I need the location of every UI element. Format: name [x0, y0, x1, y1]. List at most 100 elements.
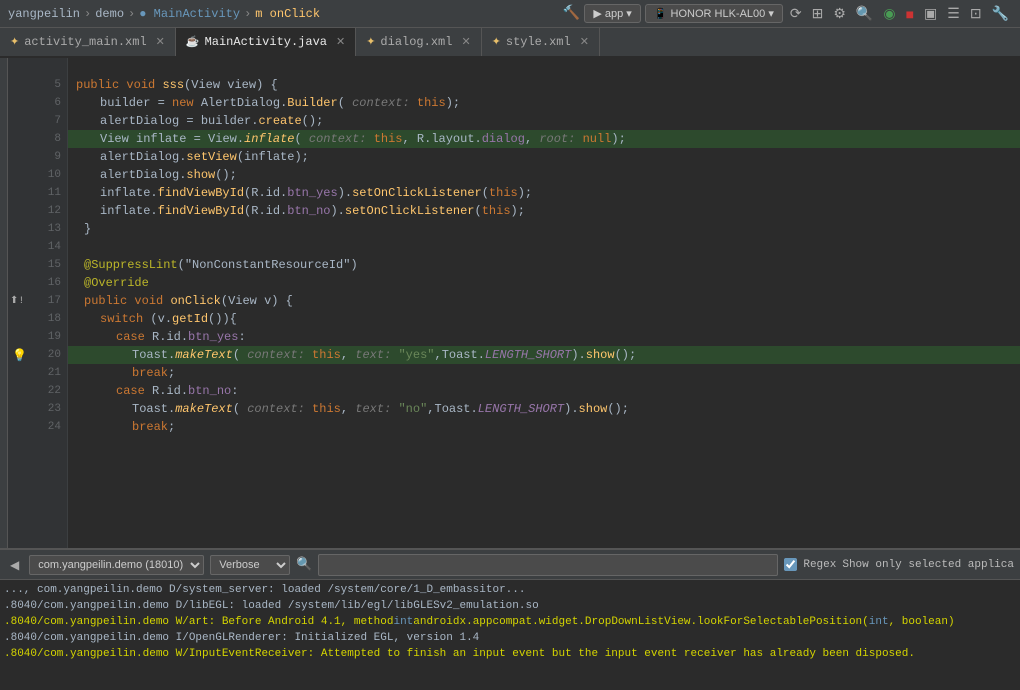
close-tab-1[interactable]: ✕	[156, 35, 165, 49]
log-line-4: .8040/com.yangpeilin.demo W/InputEventRe…	[4, 646, 1016, 662]
sep2: ›	[128, 7, 135, 21]
gutter-line-blank	[8, 58, 67, 76]
gutter-22: 22	[8, 382, 67, 400]
log-line-0: ..., com.yangpeilin.demo D/system_server…	[4, 582, 1016, 598]
log-nav-prev[interactable]: ◀	[6, 556, 23, 574]
device-selector-btn[interactable]: 📱 HONOR HLK-AL00 ▾	[645, 4, 783, 23]
tab-label-4: style.xml	[506, 35, 571, 49]
breadcrumb: yangpeilin › demo › ● MainActivity › m o…	[8, 7, 563, 21]
gutter-10: 10	[8, 166, 67, 184]
xml-icon-1: ✦	[10, 35, 19, 49]
gutter-21: 21	[8, 364, 67, 382]
gutter-13: 13	[8, 220, 67, 238]
gutter-9: 9	[8, 148, 67, 166]
tab-bar: ✦ activity_main.xml ✕ ☕ MainActivity.jav…	[0, 28, 1020, 58]
search-icon: 🔍	[296, 557, 312, 572]
show-only-label: Show only selected applica	[842, 559, 1014, 571]
run-btn2[interactable]: ◉	[880, 5, 898, 22]
gutter-5: 5	[8, 76, 67, 94]
tab-label-2: MainActivity.java	[205, 35, 327, 49]
log-level-selector[interactable]: Verbose Debug Info Warning Error	[210, 555, 290, 575]
close-tab-3[interactable]: ✕	[461, 35, 470, 49]
gutter-20: 💡 20	[8, 346, 67, 364]
code-line-12: inflate.findViewById(R.id.btn_no).setOnC…	[68, 202, 1020, 220]
xml-icon-3: ✦	[366, 35, 375, 49]
gutter-14: 14	[8, 238, 67, 256]
code-line-24: break;	[68, 418, 1020, 436]
sync-btn[interactable]: ⟳	[787, 5, 805, 22]
code-line-16: @Override	[68, 274, 1020, 292]
gutter-annotation-icon: ⬆!	[10, 295, 24, 307]
more-btn[interactable]: ☰	[944, 5, 963, 22]
log-line-1: .8040/com.yangpeilin.demo D/libEGL: load…	[4, 598, 1016, 614]
profile-btn[interactable]: ▣	[921, 5, 940, 22]
code-line-20: Toast.makeText( context: this, text: "ye…	[68, 346, 1020, 364]
search-btn[interactable]: 🔍	[853, 5, 876, 22]
gutter-11: 11	[8, 184, 67, 202]
code-line-11: inflate.findViewById(R.id.btn_yes).setOn…	[68, 184, 1020, 202]
gutter-24: 24	[8, 418, 67, 436]
code-line-19: case R.id.btn_yes:	[68, 328, 1020, 346]
code-line-13: }	[68, 220, 1020, 238]
code-line-21: break;	[68, 364, 1020, 382]
tab-mainactivity[interactable]: ☕ MainActivity.java ✕	[176, 28, 356, 56]
sep3: ›	[244, 7, 251, 21]
gutter-8: 8	[8, 130, 67, 148]
gutter-6: 6	[8, 94, 67, 112]
log-line-2: .8040/com.yangpeilin.demo W/art: Before …	[4, 614, 1016, 630]
code-line-17: public void onClick(View v) {	[68, 292, 1020, 310]
regex-checkbox[interactable]	[784, 558, 797, 571]
tab-label-3: dialog.xml	[380, 35, 452, 49]
code-line-8: View inflate = View.inflate( context: th…	[68, 130, 1020, 148]
left-side-panel	[0, 58, 8, 548]
code-line-10: alertDialog.show();	[68, 166, 1020, 184]
log-toolbar: ◀ com.yangpeilin.demo (18010) Verbose De…	[0, 550, 1020, 580]
gutter-12: 12	[8, 202, 67, 220]
bottom-bar: ◀ com.yangpeilin.demo (18010) Verbose De…	[0, 548, 1020, 688]
code-line-9: alertDialog.setView(inflate);	[68, 148, 1020, 166]
code-line-14	[68, 238, 1020, 256]
log-line-3: .8040/com.yangpeilin.demo I/OpenGLRender…	[4, 630, 1016, 646]
code-area[interactable]: public void sss(View view) { builder = n…	[68, 58, 1020, 548]
code-line-6: builder = new AlertDialog.Builder( conte…	[68, 94, 1020, 112]
code-line-15: @SuppressLint("NonConstantResourceId")	[68, 256, 1020, 274]
gutter-7: 7	[8, 112, 67, 130]
top-bar: yangpeilin › demo › ● MainActivity › m o…	[0, 0, 1020, 28]
toolbar-right: 🔨 ▶ app ▾ 📱 HONOR HLK-AL00 ▾ ⟳ ⊞ ⚙ 🔍 ◉ ■…	[563, 4, 1012, 23]
bulb-icon[interactable]: 💡	[12, 348, 27, 363]
regex-label: Regex	[803, 559, 836, 571]
tab-activity-main[interactable]: ✦ activity_main.xml ✕	[0, 28, 176, 56]
code-line-23: Toast.makeText( context: this, text: "no…	[68, 400, 1020, 418]
window-btn[interactable]: ⊡	[967, 5, 985, 22]
code-line-5: public void sss(View view) {	[68, 76, 1020, 94]
bc-mainactivity: ● MainActivity	[139, 7, 240, 21]
app-selector[interactable]: com.yangpeilin.demo (18010)	[29, 555, 204, 575]
layout-btn[interactable]: ⊞	[809, 5, 827, 22]
close-tab-4[interactable]: ✕	[580, 35, 589, 49]
tab-style[interactable]: ✦ style.xml ✕	[482, 28, 600, 56]
code-line-18: switch (v.getId()){	[68, 310, 1020, 328]
hammer-icon: 🔨	[563, 5, 580, 22]
stop-btn[interactable]: ■	[903, 6, 917, 22]
settings-btn[interactable]: ⚙	[830, 5, 849, 22]
sep1: ›	[84, 7, 91, 21]
editor-area: 5 6 7 8 9 10 11 12 13 14 15 16 ⬆! 17 18 …	[0, 58, 1020, 548]
log-search-input[interactable]	[318, 554, 778, 576]
code-line-7: alertDialog = builder.create();	[68, 112, 1020, 130]
app-selector-btn[interactable]: ▶ app ▾	[584, 4, 640, 23]
gutter-23: 23	[8, 400, 67, 418]
bc-yangpeilin: yangpeilin	[8, 7, 80, 21]
bc-demo: demo	[95, 7, 124, 21]
tab-dialog[interactable]: ✦ dialog.xml ✕	[356, 28, 481, 56]
line-number-gutter: 5 6 7 8 9 10 11 12 13 14 15 16 ⬆! 17 18 …	[8, 58, 68, 548]
log-content[interactable]: ..., com.yangpeilin.demo D/system_server…	[0, 580, 1020, 690]
java-icon-2: ☕	[186, 35, 200, 49]
close-tab-2[interactable]: ✕	[336, 35, 345, 49]
code-line-22: case R.id.btn_no:	[68, 382, 1020, 400]
tools-btn[interactable]: 🔧	[989, 5, 1012, 22]
code-line-blank	[68, 58, 1020, 76]
xml-icon-4: ✦	[492, 35, 501, 49]
gutter-19: 19	[8, 328, 67, 346]
gutter-15: 15	[8, 256, 67, 274]
bc-onclick: m onClick	[255, 7, 320, 21]
